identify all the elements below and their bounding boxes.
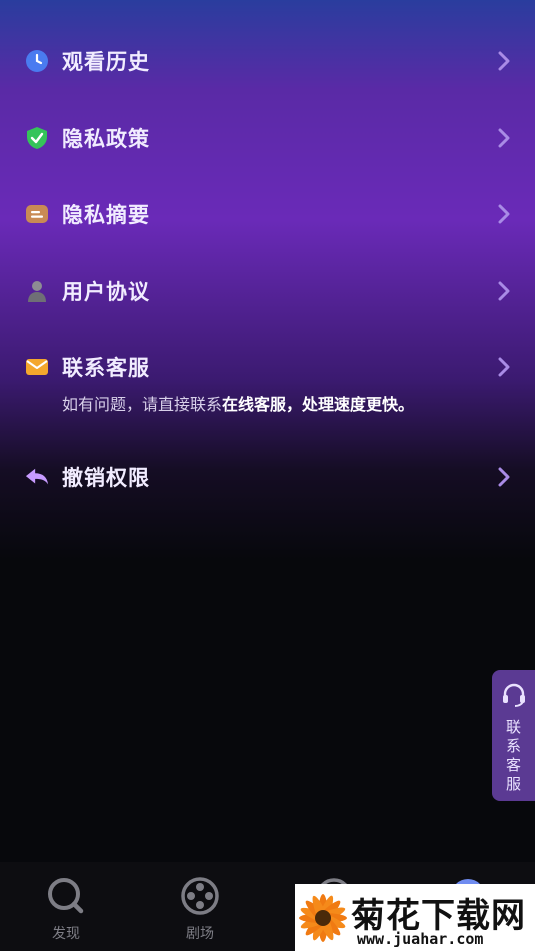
clock-icon <box>25 49 49 73</box>
menu-item-label: 用户协议 <box>62 280 150 304</box>
floating-contact-support-button[interactable]: 联系客服 <box>492 670 535 801</box>
menu-item-label: 观看历史 <box>62 50 150 74</box>
support-note: 如有问题，请直接联系在线客服，处理速度更快。 <box>62 391 414 415</box>
menu-item-label: 联系客服 <box>62 356 150 380</box>
film-reel-icon <box>180 876 220 920</box>
chrysanthemum-logo-icon <box>295 886 351 950</box>
support-note-prefix: 如有问题，请直接联系 <box>62 395 223 414</box>
site-watermark: 菊花下载网 www.juahar.com <box>295 884 535 951</box>
chevron-right-icon <box>498 128 510 148</box>
chevron-right-icon <box>498 281 510 301</box>
chevron-right-icon <box>498 51 510 71</box>
mail-icon <box>25 355 49 379</box>
chevron-right-icon <box>498 467 510 487</box>
chevron-right-icon <box>498 357 510 377</box>
user-icon <box>25 279 49 303</box>
menu-item-label: 撤销权限 <box>62 466 150 490</box>
shield-check-icon <box>25 126 49 150</box>
undo-arrow-icon <box>25 465 49 489</box>
tab-label: 剧场 <box>186 926 214 942</box>
menu-item-label: 隐私政策 <box>62 127 150 151</box>
tab-label: 发现 <box>52 926 80 942</box>
tab-discover[interactable]: 发现 <box>31 876 101 942</box>
menu-item-label: 隐私摘要 <box>62 203 150 227</box>
watermark-url: www.juahar.com <box>357 930 484 948</box>
menu-item-privacy-policy[interactable]: 隐私政策 <box>0 108 535 168</box>
tab-theater[interactable]: 剧场 <box>165 876 235 942</box>
headset-icon <box>501 682 527 712</box>
discover-icon <box>46 876 86 920</box>
support-note-highlight: 在线客服，处理速度更快。 <box>222 395 415 414</box>
note-icon <box>25 202 49 226</box>
menu-item-user-agreement[interactable]: 用户协议 <box>0 261 535 321</box>
floating-contact-label: 联系客服 <box>505 718 521 793</box>
menu-item-revoke-permissions[interactable]: 撤销权限 <box>0 447 535 507</box>
menu-item-contact-support[interactable]: 联系客服 <box>0 337 535 397</box>
menu-item-watch-history[interactable]: 观看历史 <box>0 31 535 91</box>
menu-item-privacy-summary[interactable]: 隐私摘要 <box>0 184 535 244</box>
chevron-right-icon <box>498 204 510 224</box>
